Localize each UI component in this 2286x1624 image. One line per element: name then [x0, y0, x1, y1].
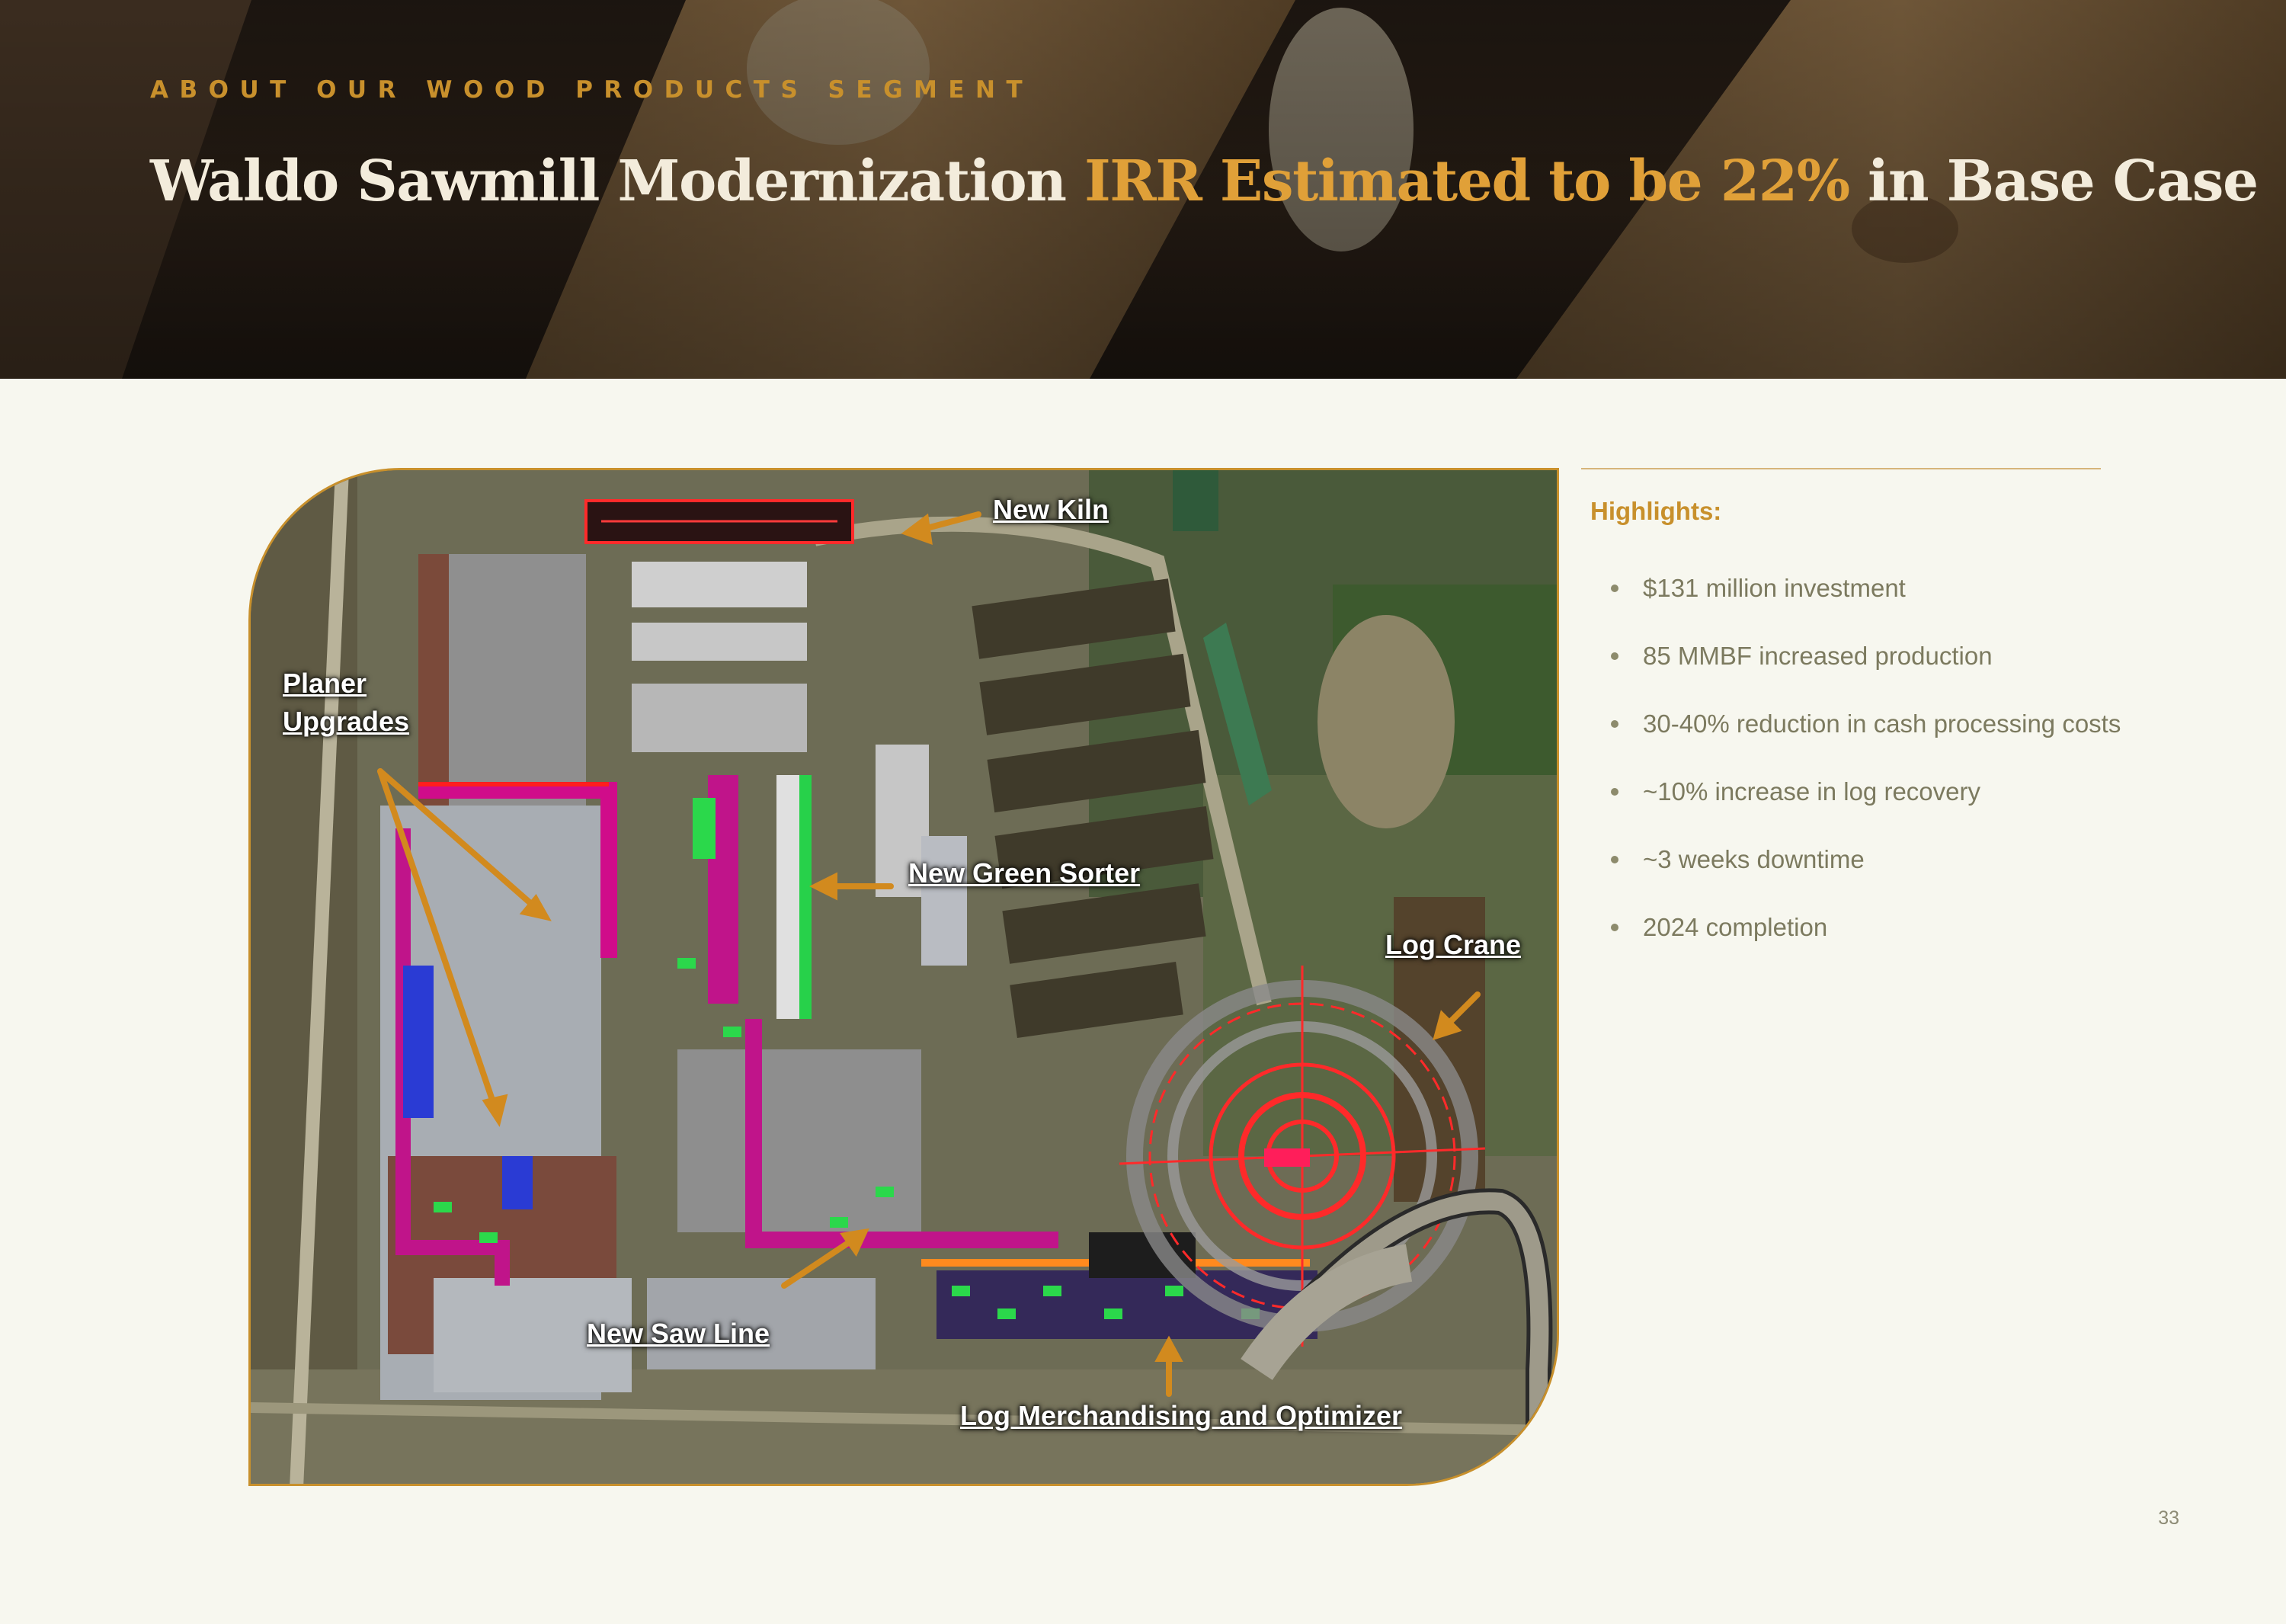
- callout-planer-upgrades: Planer Upgrades: [283, 665, 409, 741]
- highlight-text: 30-40% reduction in cash processing cost…: [1643, 709, 2121, 738]
- bullet-dot-icon: [1611, 924, 1618, 931]
- callout-new-kiln: New Kiln: [993, 494, 1109, 525]
- highlight-text: ~10% increase in log recovery: [1643, 777, 1980, 806]
- sawmill-site-plan-image: New Kiln Planer Upgrades New Green Sorte…: [248, 468, 1559, 1486]
- highlight-text: 2024 completion: [1643, 913, 1828, 941]
- highlight-text: ~3 weeks downtime: [1643, 845, 1865, 873]
- highlight-item: 85 MMBF increased production: [1608, 636, 2121, 703]
- header-banner: ABOUT OUR WOOD PRODUCTS SEGMENT Waldo Sa…: [0, 0, 2286, 379]
- callout-log-merchandising: Log Merchandising and Optimizer: [960, 1400, 1403, 1431]
- title-part-1: Waldo Sawmill Modernization: [150, 149, 1085, 214]
- highlights-divider: [1581, 468, 2101, 469]
- highlight-item: ~10% increase in log recovery: [1608, 771, 2121, 839]
- highlight-text: 85 MMBF increased production: [1643, 642, 1993, 670]
- section-kicker: ABOUT OUR WOOD PRODUCTS SEGMENT: [150, 76, 1034, 104]
- bullet-dot-icon: [1611, 652, 1618, 660]
- bullet-dot-icon: [1611, 720, 1618, 728]
- highlight-item: 30-40% reduction in cash processing cost…: [1608, 703, 2121, 771]
- highlight-item: ~3 weeks downtime: [1608, 839, 2121, 907]
- title-part-2: in Base Case: [1849, 149, 2259, 214]
- bullet-dot-icon: [1611, 585, 1618, 592]
- page-title: Waldo Sawmill Modernization IRR Estimate…: [150, 143, 2259, 219]
- page-number: 33: [2158, 1507, 2179, 1529]
- callout-planer-line-2: Upgrades: [283, 706, 410, 737]
- highlight-item: $131 million investment: [1608, 568, 2121, 636]
- highlight-text: $131 million investment: [1643, 574, 1906, 602]
- highlights-title: Highlights:: [1590, 497, 1722, 525]
- highlights-list: $131 million investment 85 MMBF increase…: [1608, 568, 2121, 975]
- aerial-site-plan: [251, 470, 1557, 1484]
- callout-new-saw-line: New Saw Line: [587, 1318, 770, 1349]
- highlight-item: 2024 completion: [1608, 907, 2121, 975]
- bullet-dot-icon: [1611, 856, 1618, 863]
- title-highlight: IRR Estimated to be 22%: [1084, 149, 1850, 214]
- callout-planer-line-1: Planer: [283, 668, 367, 699]
- callout-log-crane: Log Crane: [1385, 929, 1522, 960]
- callout-new-green-sorter: New Green Sorter: [908, 857, 1141, 889]
- bullet-dot-icon: [1611, 788, 1618, 796]
